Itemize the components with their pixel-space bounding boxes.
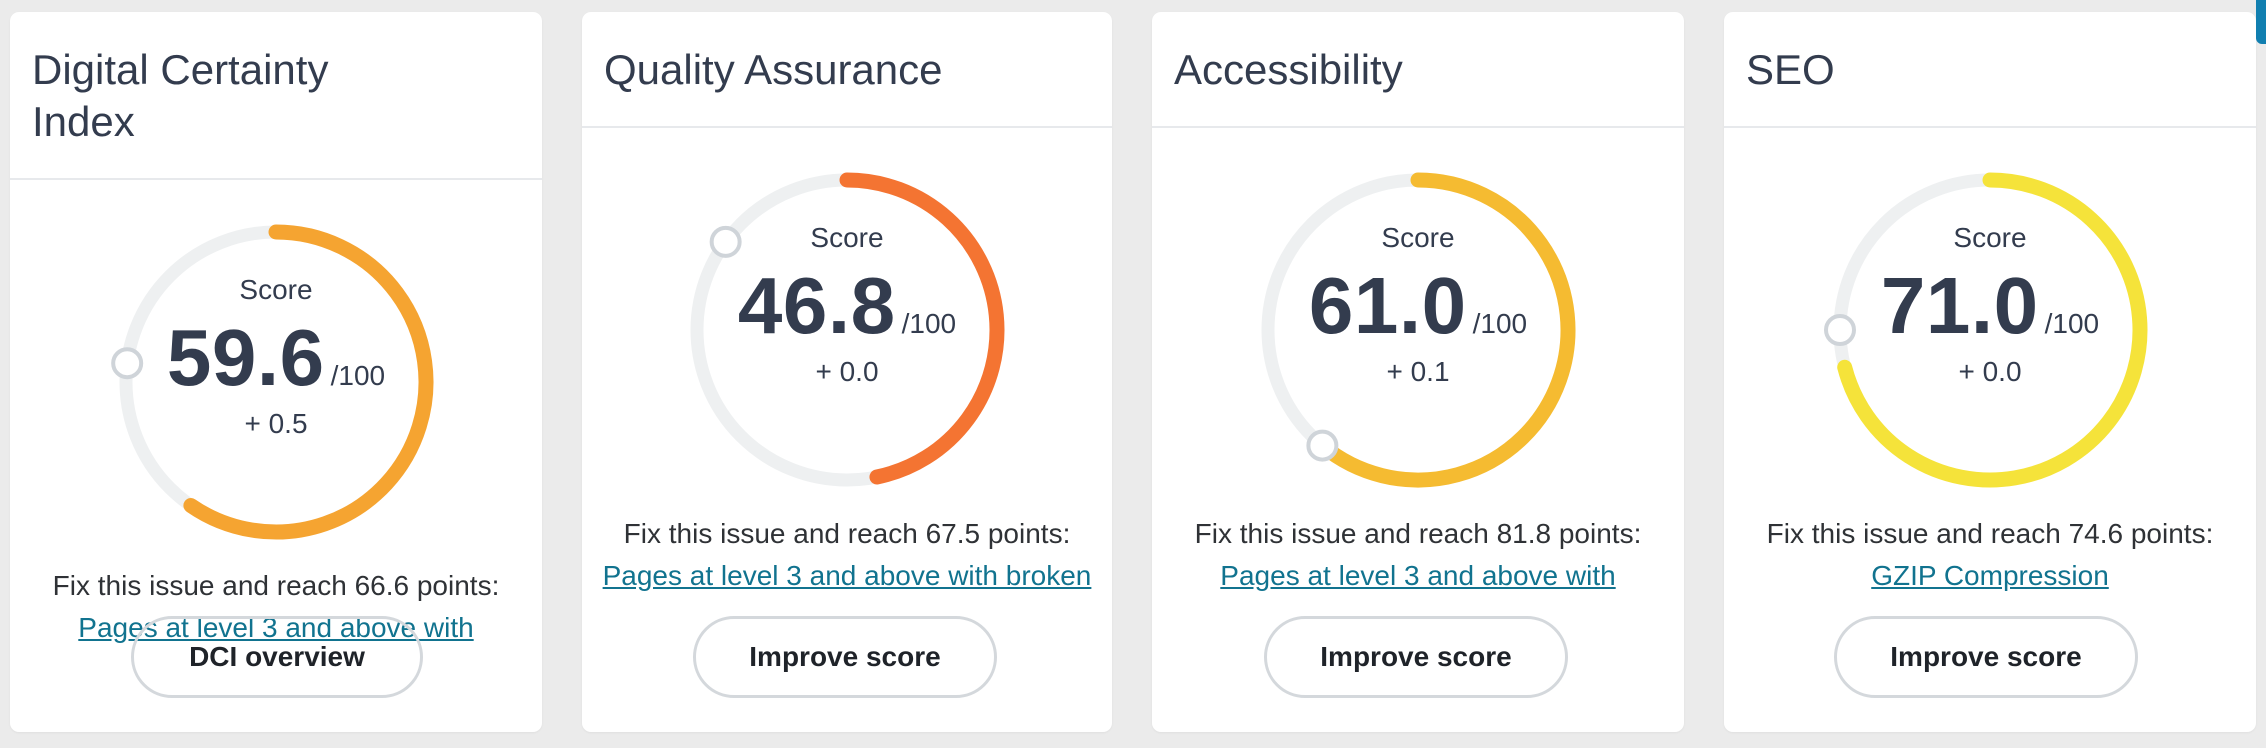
score-gauge: Score 61.0/100 + 0.1 [1248, 160, 1588, 500]
dci-card: Digital Certainty Index Score 59.6/100 + 0… [10, 12, 542, 732]
score-delta: + 0.1 [1386, 356, 1450, 387]
card-header: SEO [1724, 12, 2256, 128]
score-line: 71.0/100 [1820, 260, 2160, 352]
score-value: 59.6 [166, 313, 325, 402]
score-gauge: Score 46.8/100 + 0.0 [677, 160, 1017, 500]
fix-issue-link[interactable]: Pages at level 3 and above with [1152, 560, 1684, 592]
quality-assurance-card: Quality Assurance Score 46.8/100 + 0.0 Fix… [582, 12, 1112, 732]
score-delta: + 0.5 [244, 408, 308, 439]
score-line: 61.0/100 [1248, 260, 1588, 352]
gauge-text: Score 71.0/100 + 0.0 [1820, 160, 2160, 500]
dci-overview-button[interactable]: DCI overview [131, 616, 423, 698]
score-max: /100 [901, 308, 957, 339]
fix-issue-text: Fix this issue and reach 67.5 points: [623, 518, 1071, 549]
improve-score-button[interactable]: Improve score [1834, 616, 2138, 698]
fix-issue-link[interactable]: Pages at level 3 and above with broken [582, 560, 1112, 592]
seo-card: SEO Score 71.0/100 + 0.0 Fix this issue an… [1724, 12, 2256, 732]
gauge-text: Score 46.8/100 + 0.0 [677, 160, 1017, 500]
score-max: /100 [2044, 308, 2100, 339]
score-max: /100 [330, 360, 386, 391]
card-header: Quality Assurance [582, 12, 1112, 128]
improve-score-button[interactable]: Improve score [693, 616, 997, 698]
gauge-text: Score 59.6/100 + 0.5 [106, 212, 446, 552]
card-title: Quality Assurance [604, 46, 943, 93]
accessibility-card: Accessibility Score 61.0/100 + 0.1 Fix thi… [1152, 12, 1684, 732]
score-line: 46.8/100 [677, 260, 1017, 352]
score-line: 59.6/100 [106, 312, 446, 404]
card-header: Digital Certainty Index [10, 12, 542, 180]
score-gauge: Score 59.6/100 + 0.5 [106, 212, 446, 552]
fix-issue-link[interactable]: GZIP Compression [1724, 560, 2256, 592]
fix-issue-text: Fix this issue and reach 81.8 points: [1194, 518, 1642, 549]
score-value: 46.8 [737, 261, 896, 350]
score-value: 61.0 [1308, 261, 1467, 350]
score-label: Score [1381, 222, 1455, 253]
score-delta: + 0.0 [815, 356, 879, 387]
score-label: Score [1953, 222, 2027, 253]
fix-issue-text: Fix this issue and reach 74.6 points: [1766, 518, 2214, 549]
card-header: Accessibility [1152, 12, 1684, 128]
card-title: Digital Certainty Index [32, 46, 329, 145]
score-value: 71.0 [1880, 261, 2039, 350]
fix-issue-text: Fix this issue and reach 66.6 points: [52, 570, 500, 601]
side-panel-tab[interactable] [2256, 0, 2266, 44]
gauge-text: Score 61.0/100 + 0.1 [1248, 160, 1588, 500]
score-max: /100 [1472, 308, 1528, 339]
card-title: Accessibility [1174, 46, 1403, 93]
improve-score-button[interactable]: Improve score [1264, 616, 1568, 698]
card-title: SEO [1746, 46, 1835, 93]
score-delta: + 0.0 [1958, 356, 2022, 387]
score-label: Score [239, 274, 313, 305]
score-label: Score [810, 222, 884, 253]
score-gauge: Score 71.0/100 + 0.0 [1820, 160, 2160, 500]
